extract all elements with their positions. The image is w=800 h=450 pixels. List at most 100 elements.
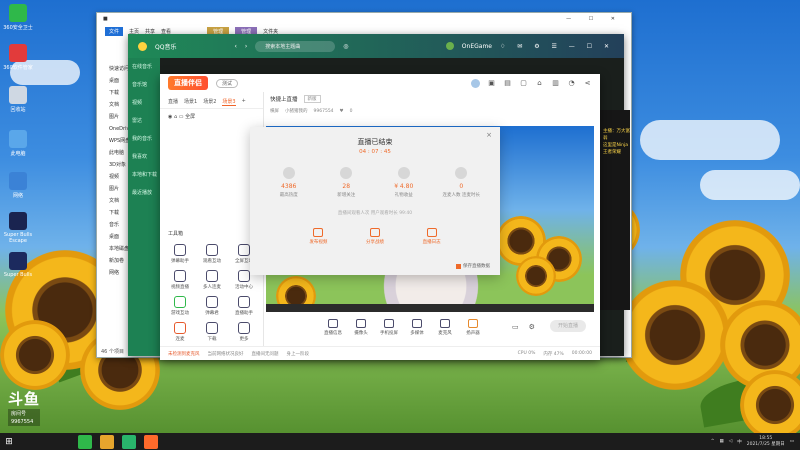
tool-game-interaction[interactable]: 游戏互动	[164, 296, 196, 316]
taskbar-360-icon[interactable]	[78, 434, 92, 449]
share-results-button[interactable]: 分享战绩	[366, 228, 384, 245]
sunflower-image	[0, 320, 70, 390]
tab-scene-2[interactable]: 场景2	[203, 98, 216, 106]
start-live-button[interactable]: 开始直播	[550, 320, 586, 332]
tab-scene-3[interactable]: 场景3	[222, 98, 236, 106]
live-info-button[interactable]: 直播信息	[324, 318, 342, 336]
close-icon[interactable]: ×	[486, 131, 492, 139]
tool-danmaku[interactable]: 弹幕君	[196, 296, 228, 316]
desktop-icon-super-bulls-escape[interactable]: Super Bulls Escape	[2, 212, 34, 244]
qq-sidebar-item[interactable]: 视频	[128, 94, 160, 112]
lock-icon[interactable]: ⌂	[174, 114, 177, 120]
notification-icon[interactable]: ▭	[790, 439, 794, 444]
tool-more[interactable]: 更多	[228, 322, 260, 342]
lock-icon[interactable]: ⌂	[535, 79, 544, 87]
mic-icon[interactable]: ◎	[343, 43, 348, 50]
live-duration: 04 : 07 : 45	[359, 149, 391, 155]
add-scene-icon[interactable]: +	[242, 98, 246, 106]
tool-multi-mic[interactable]: 多人连麦	[196, 270, 228, 290]
camera-icon	[356, 318, 366, 328]
tab-live[interactable]: 直播	[168, 98, 178, 106]
tool-video-live[interactable]: 视频直播	[164, 270, 196, 290]
eye-icon[interactable]: ◉	[168, 114, 172, 120]
system-tray: ^ ▦ ◁ 中 18:55 2021/7/25 星期日 ▭	[711, 436, 800, 448]
taskbar-streamer-icon[interactable]	[144, 434, 158, 449]
share-icon[interactable]: ⋖	[583, 79, 592, 87]
avatar[interactable]	[471, 78, 480, 88]
taskbar-qqmusic-icon[interactable]	[122, 434, 136, 449]
qq-window-controls[interactable]: ♢ ✉ ⚙ ☰ — ☐ ✕	[500, 43, 614, 50]
toolbox-title: 工具箱	[168, 231, 184, 237]
room-label: 房间号	[8, 409, 41, 418]
qq-sidebar-item[interactable]: 本地和下载	[128, 166, 160, 184]
folder-icon: ■	[103, 16, 108, 22]
tool-link-mic[interactable]: 连麦	[164, 322, 196, 342]
desktop-icon-super-bulls[interactable]: Super Bulls	[2, 252, 34, 278]
qq-sidebar-item[interactable]: 雷达	[128, 112, 160, 130]
scene-item[interactable]: ◉ ⌂ ▭ 全屏	[160, 109, 263, 124]
save-icon[interactable]: ▥	[551, 79, 560, 87]
bell-icon[interactable]: ◔	[567, 79, 576, 87]
qq-music-title: QQ音乐	[155, 43, 177, 51]
input-language[interactable]: 中	[737, 439, 742, 445]
forward-icon[interactable]: ›	[245, 43, 247, 50]
message-icon[interactable]: ▢	[519, 79, 528, 87]
volume-icon[interactable]: ◁	[729, 439, 732, 444]
computer-icon	[9, 130, 27, 148]
tool-danmaku-helper[interactable]: 弹幕助手	[164, 244, 196, 264]
back-icon[interactable]: ‹	[234, 43, 236, 50]
record-icon[interactable]: ▭	[512, 323, 519, 331]
network-icon[interactable]: ▦	[719, 439, 723, 444]
qq-search-input[interactable]: 搜索本地主题曲	[255, 40, 336, 52]
qq-sidebar-item[interactable]: 最近播放	[128, 184, 160, 202]
qq-sidebar: 在线音乐 音乐馆 视频 雷达 我的音乐 我喜欢 本地和下载 最近播放	[128, 58, 160, 356]
gift-icon[interactable]: ▣	[487, 79, 496, 87]
calendar-icon[interactable]: ▤	[503, 79, 512, 87]
qq-sidebar-item[interactable]: 我喜欢	[128, 148, 160, 166]
live-ended-dialog[interactable]: × 直播已结束 04 : 07 : 45 4386 最高热度 28 新增关注 ¥…	[250, 127, 500, 275]
tool-viewer-interaction[interactable]: 观看互动	[196, 244, 228, 264]
qq-sidebar-item: 我的音乐	[132, 136, 153, 142]
desktop-icon-360-security[interactable]: 360安全卫士	[2, 4, 34, 31]
qq-sidebar-item[interactable]: 音乐馆	[128, 76, 160, 94]
tool-live-assistant[interactable]: 直播助手	[228, 296, 260, 316]
settings-icon[interactable]: ⚙	[529, 323, 535, 331]
desktop-icon-360-software[interactable]: 360软件管家	[2, 44, 34, 71]
headset-icon	[174, 322, 186, 334]
phone-cast-button[interactable]: 手机投屏	[380, 318, 398, 336]
scene-tabs: 直播 场景1 场景2 场景3 +	[160, 92, 263, 109]
tray-arrow-icon[interactable]: ^	[711, 439, 715, 444]
live-log-button[interactable]: 直播日志	[423, 228, 441, 245]
microphone-button[interactable]: 麦克风	[436, 318, 454, 336]
camera-button[interactable]: 摄像头	[352, 318, 370, 336]
desktop-icon-recycle-bin[interactable]: 回收站	[2, 86, 34, 113]
clock[interactable]: 18:55 2021/7/25 星期日	[747, 436, 785, 448]
window-controls[interactable]: — ☐ ✕	[566, 16, 623, 22]
room-number: 9967554	[8, 418, 41, 426]
stat-new-followers: 28 新增关注	[321, 167, 371, 198]
desktop-icon-this-pc[interactable]: 此电脑	[2, 130, 34, 157]
info-icon	[328, 318, 338, 328]
app-store-icon	[9, 44, 27, 62]
taskbar-explorer-icon[interactable]	[100, 434, 114, 449]
media-button[interactable]: 多媒体	[408, 318, 426, 336]
dialog-note: 直播间观看人次 用户观看时长 99:40	[337, 211, 413, 216]
avatar[interactable]	[445, 42, 454, 50]
publish-video-button[interactable]: 发布视频	[309, 228, 327, 245]
menu-file[interactable]: 文件	[105, 26, 124, 36]
tab-scene-1[interactable]: 场景1	[184, 98, 197, 106]
stream-title[interactable]: 快捷上直播	[270, 95, 298, 103]
save-data-checkbox[interactable]: 保存直播数据	[456, 263, 490, 269]
phone-icon	[384, 318, 394, 328]
status-phase: 身上一阶段	[286, 351, 310, 357]
windows-start-icon[interactable]: ⊞	[0, 433, 18, 450]
desktop-icon-network[interactable]: 网络	[2, 172, 34, 199]
qq-user-name[interactable]: OnEGame	[462, 43, 492, 50]
qq-music-header: QQ音乐 ‹ › 搜索本地主题曲 ◎ OnEGame ♢ ✉ ⚙ ☰ — ☐ ✕	[128, 34, 624, 58]
tool-download[interactable]: 下载	[196, 322, 228, 342]
speaker-button[interactable]: 扬声器	[464, 318, 482, 336]
edit-icon	[426, 228, 437, 237]
speaker-icon	[468, 318, 478, 328]
explorer-titlebar: ■ — ☐ ✕	[97, 13, 631, 25]
sunflower-image	[516, 256, 556, 296]
